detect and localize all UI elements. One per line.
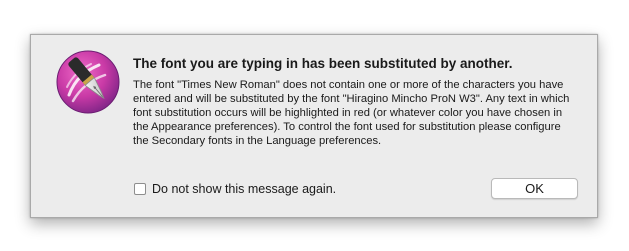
- dont-show-again-label[interactable]: Do not show this message again.: [152, 182, 336, 196]
- fountain-pen-app-icon: [55, 49, 121, 115]
- ok-button[interactable]: OK: [491, 178, 578, 199]
- alert-message: The font "Times New Roman" does not cont…: [133, 79, 570, 147]
- alert-title: The font you are typing in has been subs…: [133, 56, 513, 71]
- dont-show-again-checkbox[interactable]: [134, 183, 146, 195]
- font-substitution-alert: The font you are typing in has been subs…: [30, 34, 598, 218]
- dont-show-again-option[interactable]: Do not show this message again.: [134, 181, 336, 197]
